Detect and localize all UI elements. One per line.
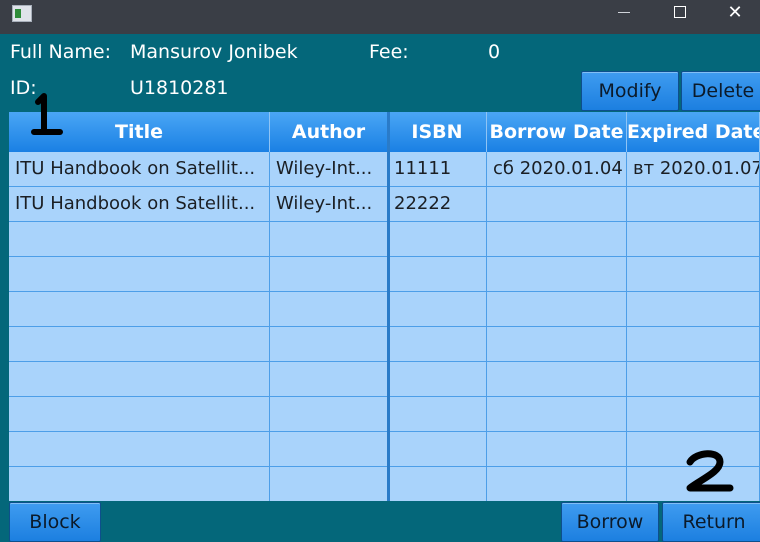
table-cell-borrow-date[interactable] (487, 467, 627, 501)
table-cell-title[interactable] (9, 467, 270, 501)
table-cell-title[interactable] (9, 432, 270, 467)
table-cell-expired-date[interactable] (627, 432, 760, 467)
table-cell-title[interactable] (9, 257, 270, 292)
column-borrow-date: Borrow Date сб 2020.01.04 (487, 112, 627, 501)
table-cell-borrow-date[interactable] (487, 432, 627, 467)
block-button[interactable]: Block (9, 502, 101, 542)
table-cell-isbn[interactable] (388, 257, 487, 292)
borrowed-books-table[interactable]: Title ITU Handbook on Satellit... ITU Hand… (9, 112, 760, 501)
column-header-author[interactable]: Author (270, 112, 388, 152)
table-cell-expired-date[interactable] (627, 327, 760, 362)
table-cell-borrow-date[interactable] (487, 222, 627, 257)
table-cell-title[interactable] (9, 362, 270, 397)
table-cell-isbn[interactable] (388, 467, 487, 501)
column-isbn: ISBN 11111 22222 (388, 112, 487, 501)
table-cell-author[interactable]: Wiley-Int... (270, 187, 388, 222)
table-cell-expired-date[interactable] (627, 222, 760, 257)
table-cell-isbn[interactable] (388, 222, 487, 257)
table-cell-isbn[interactable]: 22222 (388, 187, 487, 222)
table-cell-borrow-date[interactable] (487, 327, 627, 362)
table-cell-title[interactable]: ITU Handbook on Satellit... (9, 187, 270, 222)
table-cell-expired-date[interactable] (627, 292, 760, 327)
table-cell-isbn[interactable] (388, 292, 487, 327)
column-header-isbn[interactable]: ISBN (388, 112, 487, 152)
table-cell-title[interactable] (9, 222, 270, 257)
table-cell-borrow-date[interactable]: сб 2020.01.04 (487, 152, 627, 187)
column-header-expired-date[interactable]: Expired Date (627, 112, 760, 152)
table-cell-title[interactable] (9, 397, 270, 432)
table-cell-author[interactable] (270, 222, 388, 257)
full-name-label: Full Name: (10, 41, 111, 63)
column-header-title[interactable]: Title (9, 112, 270, 152)
table-cell-author[interactable]: Wiley-Int... (270, 152, 388, 187)
id-label: ID: (10, 77, 37, 99)
table-cell-isbn[interactable] (388, 362, 487, 397)
table-cell-author[interactable] (270, 467, 388, 501)
column-expired-date: Expired Date вт 2020.01.07 (627, 112, 760, 501)
table-cell-author[interactable] (270, 362, 388, 397)
table-cell-isbn[interactable]: 11111 (388, 152, 487, 187)
maximize-button[interactable] (655, 0, 705, 34)
column-header-borrow-date[interactable]: Borrow Date (487, 112, 627, 152)
return-button[interactable]: Return (662, 502, 760, 542)
close-icon: ✕ (727, 2, 743, 23)
column-title: Title ITU Handbook on Satellit... ITU Hand… (9, 112, 270, 501)
full-name-value: Mansurov Jonibek (130, 41, 298, 63)
close-button[interactable]: ✕ (710, 0, 760, 34)
borrow-button[interactable]: Borrow (561, 502, 659, 542)
delete-button[interactable]: Delete (681, 71, 760, 111)
table-cell-title[interactable] (9, 292, 270, 327)
table-cell-author[interactable] (270, 432, 388, 467)
minimize-button[interactable] (600, 0, 650, 34)
table-cell-borrow-date[interactable] (487, 187, 627, 222)
table-cell-isbn[interactable] (388, 327, 487, 362)
table-cell-borrow-date[interactable] (487, 362, 627, 397)
table-cell-author[interactable] (270, 397, 388, 432)
modify-button[interactable]: Modify (581, 71, 679, 111)
table-cell-isbn[interactable] (388, 397, 487, 432)
table-cell-expired-date[interactable] (627, 467, 760, 501)
app-icon (12, 5, 32, 22)
table-cell-borrow-date[interactable] (487, 397, 627, 432)
table-cell-author[interactable] (270, 292, 388, 327)
column-splitter[interactable] (387, 112, 390, 501)
table-cell-expired-date[interactable] (627, 397, 760, 432)
table-cell-expired-date[interactable] (627, 362, 760, 397)
table-cell-borrow-date[interactable] (487, 292, 627, 327)
table-cell-author[interactable] (270, 257, 388, 292)
table-cell-borrow-date[interactable] (487, 257, 627, 292)
table-cell-isbn[interactable] (388, 432, 487, 467)
table-cell-title[interactable]: ITU Handbook on Satellit... (9, 152, 270, 187)
table-cell-expired-date[interactable] (627, 257, 760, 292)
id-value: U1810281 (130, 77, 229, 99)
table-cell-expired-date[interactable]: вт 2020.01.07 (627, 152, 760, 187)
window-title-bar: ✕ (0, 0, 760, 34)
table-cell-title[interactable] (9, 327, 270, 362)
table-cell-expired-date[interactable] (627, 187, 760, 222)
table-cell-author[interactable] (270, 327, 388, 362)
fee-label: Fee: (369, 41, 409, 63)
fee-value: 0 (488, 41, 501, 63)
column-author: Author Wiley-Int... Wiley-Int... (270, 112, 388, 501)
